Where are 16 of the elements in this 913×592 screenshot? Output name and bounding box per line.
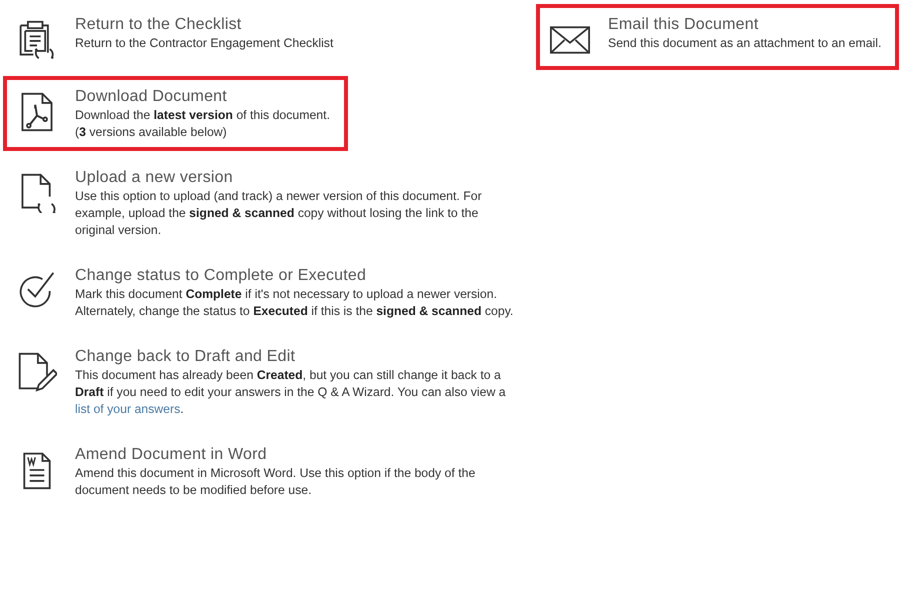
action-description: This document has already been Created, but you can still change it back to a Draft if you need to edit your answers in the Q & A Wizard. You can also view a list of your answers.: [75, 367, 507, 418]
action-link[interactable]: Download Document: [75, 86, 330, 107]
action-link[interactable]: Change status to Complete or Executed: [75, 265, 515, 286]
action-link[interactable]: Upload a new version: [75, 167, 515, 188]
action-description: Send this document as an attachment to an email.: [608, 35, 882, 52]
answers-link[interactable]: list of your answers: [75, 402, 180, 416]
action-link[interactable]: Return to the Checklist: [75, 14, 334, 35]
action-link[interactable]: Amend Document in Word: [75, 444, 515, 465]
action-description: Download the latest version of this document. (3 versions available below): [75, 107, 330, 141]
action-description: Amend this document in Microsoft Word. Use this option if the body of the document needs to be modified before use.: [75, 465, 476, 499]
action-description: Use this option to upload (and track) a newer version of this document. For example, upload the signed & scanned copy without losing the link to the original version.: [75, 188, 483, 239]
action-description: Return to the Contractor Engagement Checklist: [75, 35, 334, 52]
action-description: Mark this document Complete if it's not necessary to upload a newer version. Alternately, change the status to Executed if this is the signed & scanned copy.: [75, 286, 514, 320]
action-link[interactable]: Email this Document: [608, 14, 882, 35]
file-pencil-icon: [17, 352, 57, 392]
action-link[interactable]: Change back to Draft and Edit: [75, 346, 515, 367]
